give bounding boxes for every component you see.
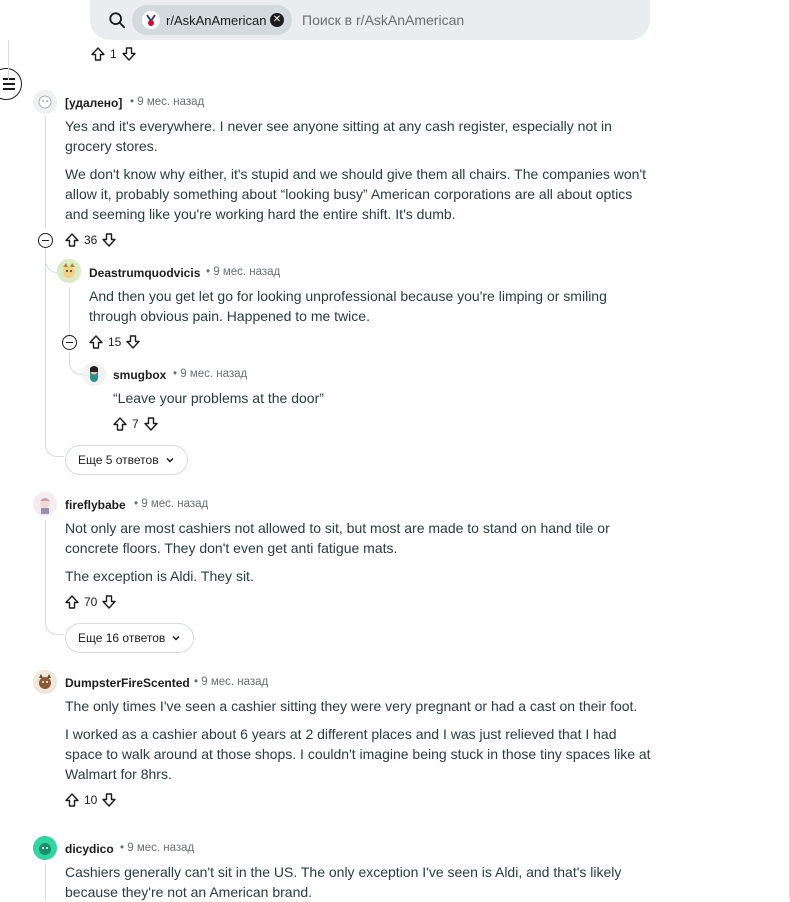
upvote-icon[interactable] [64,594,80,610]
avatar [33,670,57,694]
more-replies-label: Еще 5 ответов [78,453,159,467]
downvote-icon[interactable] [101,594,117,610]
vote-count: 10 [84,793,98,807]
comment-text: “Leave your problems at the door” [113,390,324,406]
thread-line [45,864,46,899]
comment-author[interactable]: Deastrumquodvicis [89,266,200,280]
comment-time: • 9 мес. назад [130,96,205,108]
vote-count: 70 [84,595,98,609]
upvote-icon[interactable] [112,416,128,432]
vote-bar: 70 [64,592,117,612]
clear-subreddit-icon[interactable]: ✕ [270,13,284,27]
thread-curve [45,620,64,635]
vote-count: 1 [110,47,117,61]
collapse-icon[interactable] [38,233,53,248]
comment-text: The only times I've seen a cashier sitti… [65,698,638,714]
vote-bar: 36 [64,230,117,250]
comment-author[interactable]: [удалено] [65,96,122,110]
more-replies-button[interactable]: Еще 5 ответов [65,445,188,475]
subreddit-icon [142,11,160,29]
subreddit-name: r/AskAnAmerican [166,13,267,28]
chevron-down-icon [172,635,180,641]
downvote-icon[interactable] [121,46,137,62]
comment-text: Not only are most cashiers not allowed t… [65,520,610,556]
comment-time: • 9 мес. назад [120,842,195,854]
comment-text: The exception is Aldi. They sit. [65,568,254,584]
vote-count: 7 [132,417,139,431]
thread-curve [45,442,64,457]
vote-count: 15 [108,335,122,349]
downvote-icon[interactable] [143,416,159,432]
more-replies-label: Еще 16 ответов [78,631,166,645]
search-icon [109,12,126,29]
search-input[interactable]: Поиск в r/AskAnAmerican [302,12,464,28]
subreddit-chip[interactable]: r/AskAnAmerican ✕ [132,5,292,35]
comment-text: Cashiers generally can't sit in the US. … [65,864,622,900]
thread-line [69,287,70,335]
thread-line [45,116,46,228]
avatar [33,836,57,860]
comment-time: • 9 мес. назад [134,498,209,510]
vote-bar: 10 [64,790,117,810]
avatar [33,90,57,114]
upvote-icon[interactable] [88,334,104,350]
comment-text: I worked as a cashier about 6 years at 2… [65,726,651,782]
thread-line [8,40,9,80]
vote-bar: 15 [88,332,141,352]
comment-text: We don't know why either, it's stupid an… [65,166,647,222]
downvote-icon[interactable] [101,232,117,248]
thread-line [45,520,46,620]
downvote-icon[interactable] [101,792,117,808]
chevron-down-icon [166,457,174,463]
upvote-icon[interactable] [90,46,106,62]
search-bar[interactable]: r/AskAnAmerican ✕ Поиск в r/AskAnAmerica… [90,0,650,40]
avatar [57,259,81,283]
vote-count: 36 [84,233,98,247]
vote-bar: 1 [90,44,137,64]
downvote-icon[interactable] [125,334,141,350]
more-replies-button[interactable]: Еще 16 ответов [65,623,195,653]
comment-author[interactable]: fireflybabe [65,498,126,512]
comment-author[interactable]: smugbox [113,368,166,382]
collapse-icon[interactable] [62,335,77,350]
vote-bar: 7 [112,414,159,434]
avatar [82,362,106,386]
comment-author[interactable]: DumpsterFireScented [65,676,190,690]
comment-time: • 9 мес. назад [206,266,281,278]
sidebar-toggle-button[interactable] [0,68,22,100]
avatar [33,492,57,516]
thread-line [45,248,46,442]
comment-text: Yes and it's everywhere. I never see any… [65,118,612,154]
comment-author[interactable]: dicydico [65,842,114,856]
upvote-icon[interactable] [64,232,80,248]
upvote-icon[interactable] [64,792,80,808]
comment-text: And then you get let go for looking unpr… [89,288,607,324]
comment-time: • 9 мес. назад [173,368,248,380]
comment-time: • 9 мес. назад [194,676,269,688]
